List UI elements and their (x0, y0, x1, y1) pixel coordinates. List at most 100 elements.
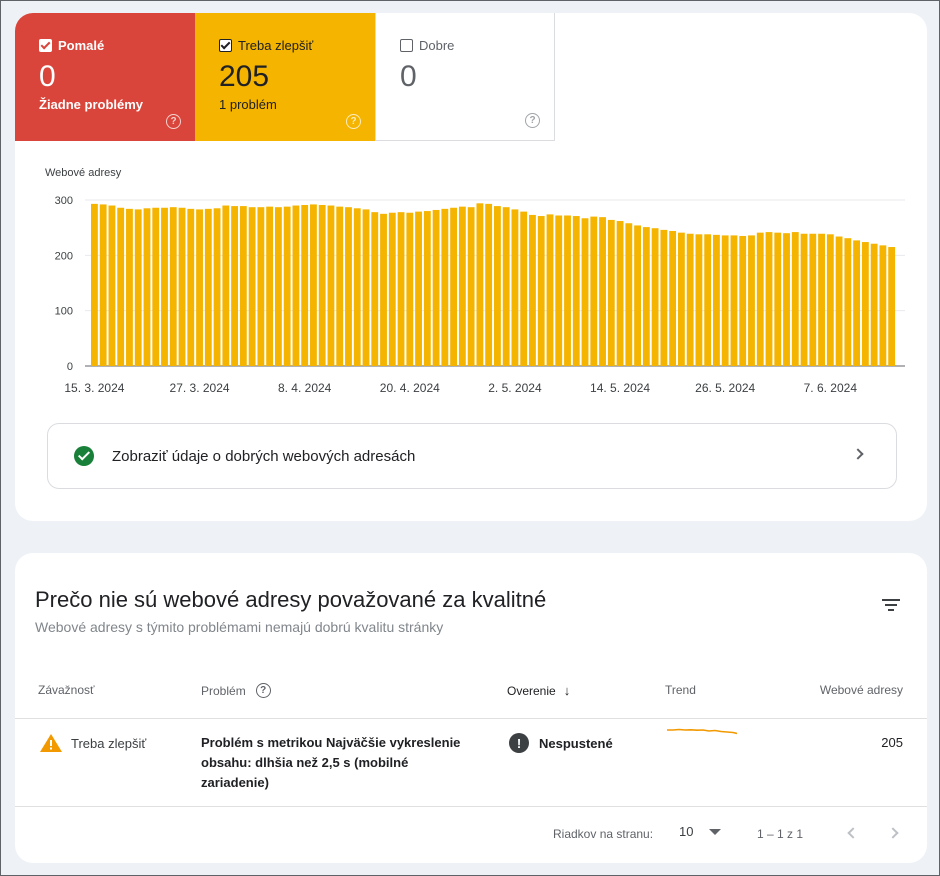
chart-bar (642, 227, 650, 366)
column-header-validation[interactable]: Overenie ↓ (507, 683, 570, 698)
chart-bar (677, 232, 685, 366)
chart-bar (546, 214, 554, 366)
column-header-severity[interactable]: Závažnosť (38, 683, 95, 697)
previous-page-icon[interactable] (847, 827, 859, 839)
chart-bar (257, 207, 265, 366)
good-checkbox[interactable] (400, 38, 413, 52)
x-tick-label: 27. 3. 2024 (170, 381, 230, 393)
chart-bar (853, 240, 861, 366)
slow-checkbox[interactable] (39, 38, 52, 52)
rows-per-page-label: Riadkov na stranu: (553, 827, 654, 841)
chart-bar (117, 207, 125, 366)
chart-bar (879, 245, 887, 366)
view-good-urls-link[interactable]: Zobraziť údaje o dobrých webových adresá… (47, 423, 897, 489)
chart-bar (634, 225, 641, 366)
chart-bar (345, 207, 352, 366)
chart-bar (713, 234, 720, 366)
improve-checkbox[interactable] (219, 38, 232, 52)
chart-bar (721, 235, 729, 366)
pagination-range: 1 – 1 z 1 (757, 827, 804, 841)
next-page-icon[interactable] (887, 827, 899, 839)
chart-bar (143, 208, 151, 366)
help-icon[interactable]: ? (255, 683, 271, 698)
tile-slow[interactable]: Pomalé 0 Žiadne problémy ? (15, 13, 195, 141)
chart-bar (739, 235, 747, 366)
chart-bar (651, 228, 659, 366)
chart-bar (888, 247, 896, 366)
performance-summary-card: Pomalé 0 Žiadne problémy ? Treba zlepšiť… (15, 13, 927, 521)
chart-y-axis-label: Webové adresy (45, 167, 122, 179)
chart-bar (555, 215, 563, 366)
tile-slow-label: Pomalé (58, 37, 105, 53)
tile-slow-header: Pomalé (39, 37, 171, 53)
chart-bar (222, 205, 230, 366)
chart-bar (537, 216, 545, 366)
filter-icon[interactable] (881, 599, 901, 613)
help-icon[interactable]: ? (525, 113, 540, 128)
tile-needs-improvement[interactable]: Treba zlepšiť 205 1 problém ? (195, 13, 375, 141)
x-tick-label: 26. 5. 2024 (695, 381, 755, 393)
row-validation-label: Nespustené (539, 735, 613, 751)
chart-bar (213, 208, 221, 366)
chart-bar (134, 209, 142, 366)
tile-improve-sub: 1 problém (219, 97, 277, 112)
rows-per-page-value: 10 (679, 824, 694, 839)
chart-svg: 0 100 200 300 15. 3. 2024 27. 3. 2024 8. 4. 20… (55, 195, 905, 395)
chart-bar (844, 238, 852, 366)
chart-bar (423, 211, 431, 366)
column-header-trend: Trend (665, 683, 696, 697)
chart-bar (301, 204, 309, 366)
tile-good[interactable]: Dobre 0 ? (375, 13, 555, 141)
row-url-count: 205 (881, 735, 903, 750)
chart-bar (511, 209, 519, 366)
y-tick-label: 300 (55, 195, 73, 207)
chart-bar (809, 233, 817, 366)
chart-bar (362, 209, 370, 366)
chart-bar (783, 233, 790, 366)
chart-bar (870, 243, 878, 366)
x-tick-label: 14. 5. 2024 (590, 381, 650, 393)
chart-bar (800, 233, 808, 366)
column-header-problem[interactable]: Problém ? (201, 683, 271, 698)
y-tick-label: 100 (55, 306, 73, 318)
chart-bar (572, 216, 580, 366)
chart-bar (581, 218, 589, 366)
tile-slow-sub: Žiadne problémy (39, 97, 144, 112)
issues-card: Prečo nie sú webové adresy považované za… (15, 553, 927, 863)
urls-bar-chart: Webové adresy 0 100 200 300 15. 3. 2024 27. 3… (29, 163, 909, 395)
chart-bar (371, 212, 379, 366)
chart-bar (196, 209, 203, 366)
chevron-right-icon (852, 448, 864, 460)
chart-bar (353, 208, 361, 366)
chart-bar (660, 229, 668, 366)
warning-icon (40, 734, 62, 752)
row-severity: Treba zlepšiť (39, 733, 146, 753)
help-icon[interactable]: ? (166, 114, 181, 129)
chart-bar (748, 235, 755, 366)
chart-bar (178, 207, 186, 366)
chart-bar (774, 232, 782, 366)
x-tick-label: 15. 3. 2024 (64, 381, 124, 393)
column-header-urls[interactable]: Webové adresy (820, 683, 903, 697)
issues-subtitle: Webové adresy s týmito problémami nemajú… (35, 619, 444, 635)
chart-bar (327, 205, 335, 366)
chart-bar (861, 242, 869, 366)
rows-per-page-select[interactable]: 10 (679, 824, 722, 839)
chart-bar (187, 208, 195, 366)
tile-good-header: Dobre (400, 37, 530, 53)
check-circle-icon (74, 446, 94, 466)
chart-bar (388, 212, 396, 366)
help-icon[interactable]: ? (346, 114, 361, 129)
chart-bar (406, 212, 414, 366)
row-problem[interactable]: Problém s metrikou Najväčšie vykreslenie… (201, 733, 471, 793)
chart-bar (695, 234, 703, 366)
tile-good-count: 0 (400, 60, 417, 93)
row-validation: ! Nespustené (509, 733, 613, 753)
column-header-problem-label: Problém (201, 683, 246, 698)
chart-bar (756, 232, 764, 366)
chart-bar (239, 206, 247, 366)
chart-bar (818, 233, 825, 366)
chart-bar (432, 209, 440, 366)
chart-bar (108, 205, 116, 366)
chart-bar (686, 233, 694, 366)
